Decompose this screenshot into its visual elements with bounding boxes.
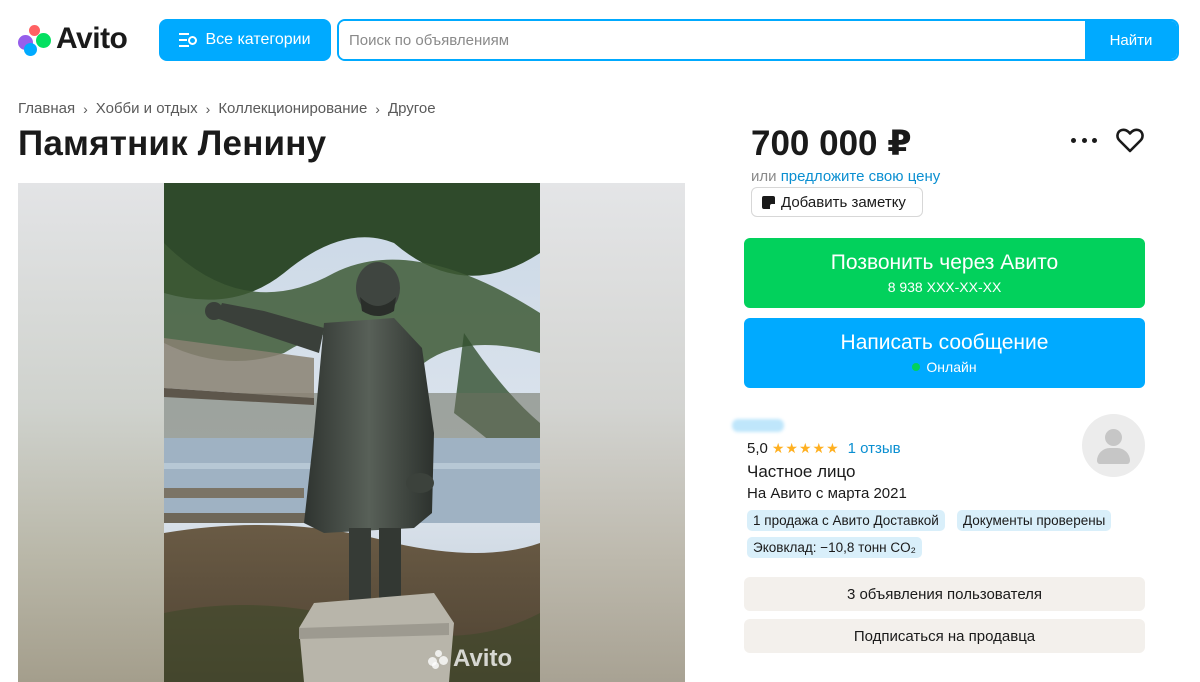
reviews-link[interactable]: 1 отзыв: [848, 440, 901, 457]
call-button[interactable]: Позвонить через Авито 8 938 XXX-XX-XX: [744, 238, 1145, 308]
breadcrumb-hobby[interactable]: Хобби и отдых: [96, 100, 198, 117]
badge-eco-contribution: Эковклад: −10,8 тонн CO₂: [747, 537, 922, 558]
offer-price-link[interactable]: предложите свою цену: [781, 168, 941, 185]
gallery-blur-right: [539, 183, 685, 682]
search-button[interactable]: Найти: [1085, 21, 1177, 59]
message-button-label: Написать сообщение: [840, 331, 1049, 354]
gallery-blur-left: [18, 183, 164, 682]
photo-gallery[interactable]: Avito: [18, 183, 685, 682]
chevron-right-icon: ›: [83, 100, 88, 117]
listing-title: Памятник Ленину: [18, 124, 327, 163]
seller-since: На Авито с марта 2021: [747, 485, 907, 502]
search-input[interactable]: [339, 21, 1085, 59]
note-icon: [762, 195, 775, 209]
avito-watermark: Avito: [428, 645, 512, 673]
breadcrumb-home[interactable]: Главная: [18, 100, 75, 117]
price-offer: или предложите свою цену: [751, 168, 940, 185]
chevron-right-icon: ›: [375, 100, 380, 117]
avatar-placeholder-icon: [1105, 429, 1122, 446]
rating-value: 5,0: [747, 440, 768, 457]
online-dot-icon: [912, 363, 921, 371]
all-categories-button[interactable]: Все категории: [159, 19, 331, 61]
add-note-button[interactable]: Добавить заметку: [751, 187, 923, 217]
seller-rating: 5,0 ★★★★★ 1 отзыв: [747, 440, 901, 457]
watermark-logo-icon: [428, 649, 448, 669]
subscribe-seller-button[interactable]: Подписаться на продавца: [744, 619, 1145, 653]
add-note-label: Добавить заметку: [781, 193, 906, 211]
listing-price: 700 000 ₽: [751, 124, 912, 163]
seller-listings-button[interactable]: 3 объявления пользователя: [744, 577, 1145, 611]
search-bar: Найти: [337, 19, 1179, 61]
badge-delivery-sales: 1 продажа с Авито Доставкой: [747, 510, 945, 531]
seller-avatar[interactable]: [1082, 414, 1145, 477]
online-status-label: Онлайн: [926, 359, 977, 375]
logo-text: Avito: [56, 22, 128, 55]
offer-prefix: или: [751, 168, 777, 185]
breadcrumb-other[interactable]: Другое: [388, 100, 436, 117]
chevron-right-icon: ›: [205, 100, 211, 117]
seller-type: Частное лицо: [747, 462, 856, 481]
rating-stars-icon: ★★★★★: [771, 440, 840, 456]
badge-documents-verified: Документы проверены: [957, 510, 1112, 531]
breadcrumb: Главная › Хобби и отдых › Коллекциониров…: [18, 100, 436, 117]
message-button[interactable]: Написать сообщение Онлайн: [744, 318, 1145, 388]
seller-name-redacted[interactable]: [732, 419, 784, 432]
listing-photo[interactable]: [164, 183, 540, 682]
call-button-phone: 8 938 XXX-XX-XX: [887, 279, 1002, 295]
avito-logo[interactable]: Avito: [18, 22, 128, 56]
online-status: Онлайн: [912, 359, 977, 375]
call-button-label: Позвонить через Авито: [830, 251, 1059, 274]
watermark-text: Avito: [453, 645, 513, 672]
more-options-icon[interactable]: [1071, 128, 1097, 152]
logo-mark-icon: [18, 23, 51, 56]
favorite-heart-icon[interactable]: [1115, 126, 1145, 154]
site-header: Avito Все категории Найти: [0, 0, 1200, 80]
breadcrumb-collecting[interactable]: Коллекционирование: [218, 100, 367, 117]
all-categories-label: Все категории: [205, 31, 311, 48]
categories-search-icon: [179, 33, 198, 47]
